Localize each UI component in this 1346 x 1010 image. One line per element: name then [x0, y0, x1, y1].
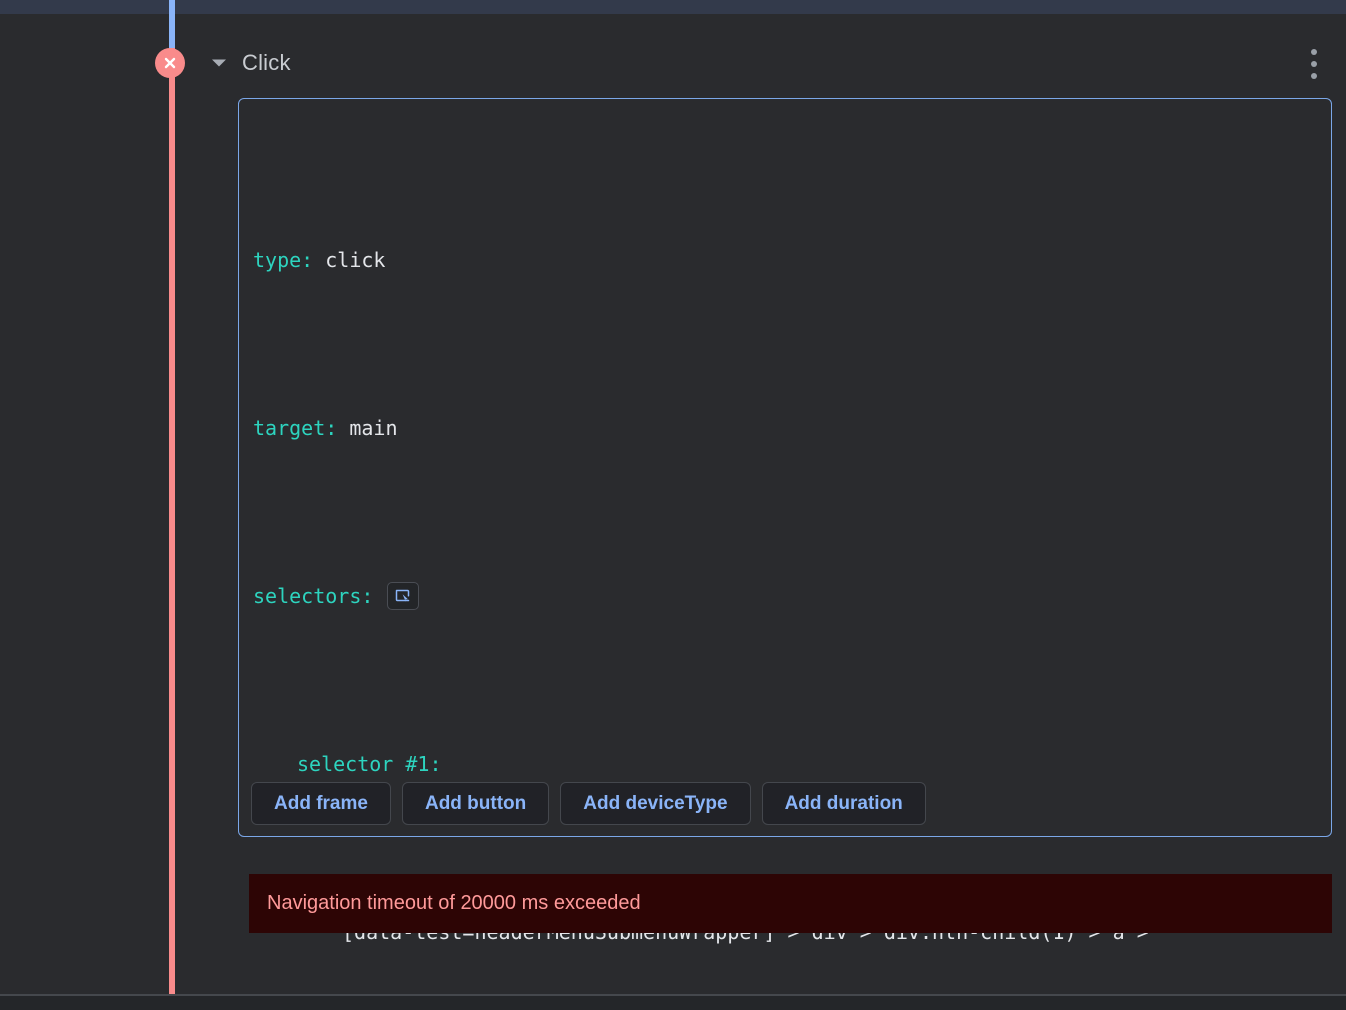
- add-button-button[interactable]: Add button: [401, 782, 550, 825]
- code-key: selector #1: [297, 752, 430, 776]
- add-frame-button[interactable]: Add frame: [251, 782, 391, 825]
- code-key: selectors: [253, 584, 362, 608]
- add-devicetype-button[interactable]: Add deviceType: [560, 782, 751, 825]
- chevron-down-icon[interactable]: [210, 54, 228, 72]
- code-key: type: [253, 248, 302, 272]
- error-x-icon: [155, 48, 185, 78]
- code-value: click: [325, 248, 386, 272]
- step-title: Click: [242, 50, 291, 75]
- error-banner: Navigation timeout of 20000 ms exceeded: [249, 874, 1332, 933]
- element-picker-icon[interactable]: [387, 582, 420, 610]
- recorder-step-view: Click type: click target: main selectors…: [0, 0, 1346, 1010]
- code-line: selector #1:: [253, 743, 1331, 785]
- step-header[interactable]: Click: [210, 44, 291, 82]
- add-duration-button[interactable]: Add duration: [761, 782, 926, 825]
- add-field-button-row: Add frame Add button Add deviceType Add …: [251, 782, 926, 825]
- kebab-menu-icon[interactable]: [1300, 48, 1328, 80]
- code-line: type: click: [253, 239, 1331, 281]
- code-value: main: [349, 416, 398, 440]
- step-detail-panel: type: click target: main selectors: sele…: [238, 98, 1332, 944]
- code-key: target: [253, 416, 326, 440]
- error-message: Navigation timeout of 20000 ms exceeded: [267, 892, 641, 914]
- code-line: selectors:: [253, 575, 1331, 617]
- timeline-rail-lower: [169, 48, 175, 1010]
- code-line: target: main: [253, 407, 1331, 449]
- top-chrome-strip: [0, 0, 1346, 14]
- timeline-rail-upper: [169, 0, 175, 48]
- bottom-chrome-strip: [0, 996, 1346, 1010]
